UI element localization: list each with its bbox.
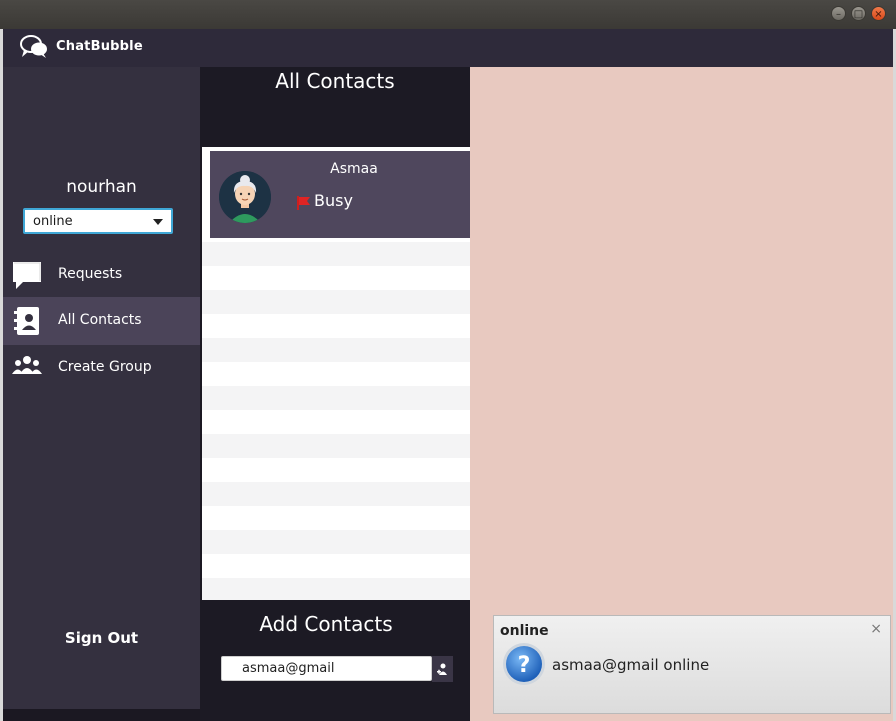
contacts-list[interactable]: Asmaa Busy: [202, 147, 470, 602]
list-stripe: [202, 242, 470, 266]
contact-status: Busy: [314, 191, 353, 210]
list-stripe: [202, 338, 470, 362]
sidebar-item-label: Create Group: [58, 359, 152, 375]
list-stripe: [202, 434, 470, 458]
chat-bubble-icon: [13, 262, 41, 289]
add-user-icon: [437, 663, 447, 675]
contact-row[interactable]: Asmaa Busy: [210, 151, 470, 238]
add-contacts-panel: Add Contacts asmaa@gmail: [200, 600, 470, 721]
contacts-title: All Contacts: [275, 69, 395, 93]
sidebar-item-label: All Contacts: [58, 312, 142, 328]
app-header: ChatBubble: [3, 29, 893, 67]
sign-out-button[interactable]: Sign Out: [3, 629, 200, 647]
address-book-icon: [14, 307, 39, 335]
notification-popup[interactable]: online × ? asmaa@gmail online: [493, 615, 891, 714]
svg-text:?: ?: [518, 653, 531, 678]
add-contacts-title: Add Contacts: [259, 612, 393, 636]
chat-bubble-logo-icon: [20, 35, 47, 58]
maximize-button[interactable]: □: [851, 6, 866, 21]
sidebar: nourhan online Requests All Contacts Cre…: [3, 67, 200, 709]
list-stripe: [202, 386, 470, 410]
group-icon: [12, 356, 42, 374]
busy-flag-icon: [297, 196, 310, 210]
sidebar-item-requests[interactable]: Requests: [3, 251, 200, 299]
notification-title: online: [500, 623, 549, 639]
notification-close-button[interactable]: ×: [870, 621, 882, 637]
contacts-header: All Contacts: [200, 67, 470, 147]
question-icon: ?: [503, 643, 545, 685]
username-label: nourhan: [66, 177, 137, 197]
list-stripe: [202, 578, 470, 602]
list-stripe: [202, 482, 470, 506]
contact-name: Asmaa: [330, 161, 378, 177]
sidebar-item-label: Requests: [58, 266, 123, 282]
notification-message: asmaa@gmail online: [552, 656, 710, 674]
list-stripe: [202, 530, 470, 554]
status-dropdown-value: online: [33, 214, 73, 229]
status-dropdown[interactable]: online: [23, 208, 173, 234]
minimize-button[interactable]: –: [831, 6, 846, 21]
add-contact-input[interactable]: asmaa@gmail: [221, 656, 432, 681]
chevron-down-icon: [153, 219, 163, 225]
app-title: ChatBubble: [56, 39, 143, 54]
add-contact-button[interactable]: [432, 656, 453, 682]
list-stripe: [202, 290, 470, 314]
sidebar-item-all-contacts[interactable]: All Contacts: [3, 297, 200, 345]
window-titlebar: – □ ×: [0, 0, 896, 29]
close-button[interactable]: ×: [871, 6, 886, 21]
elderly-woman-avatar: [219, 171, 271, 223]
sidebar-item-create-group[interactable]: Create Group: [3, 344, 200, 392]
